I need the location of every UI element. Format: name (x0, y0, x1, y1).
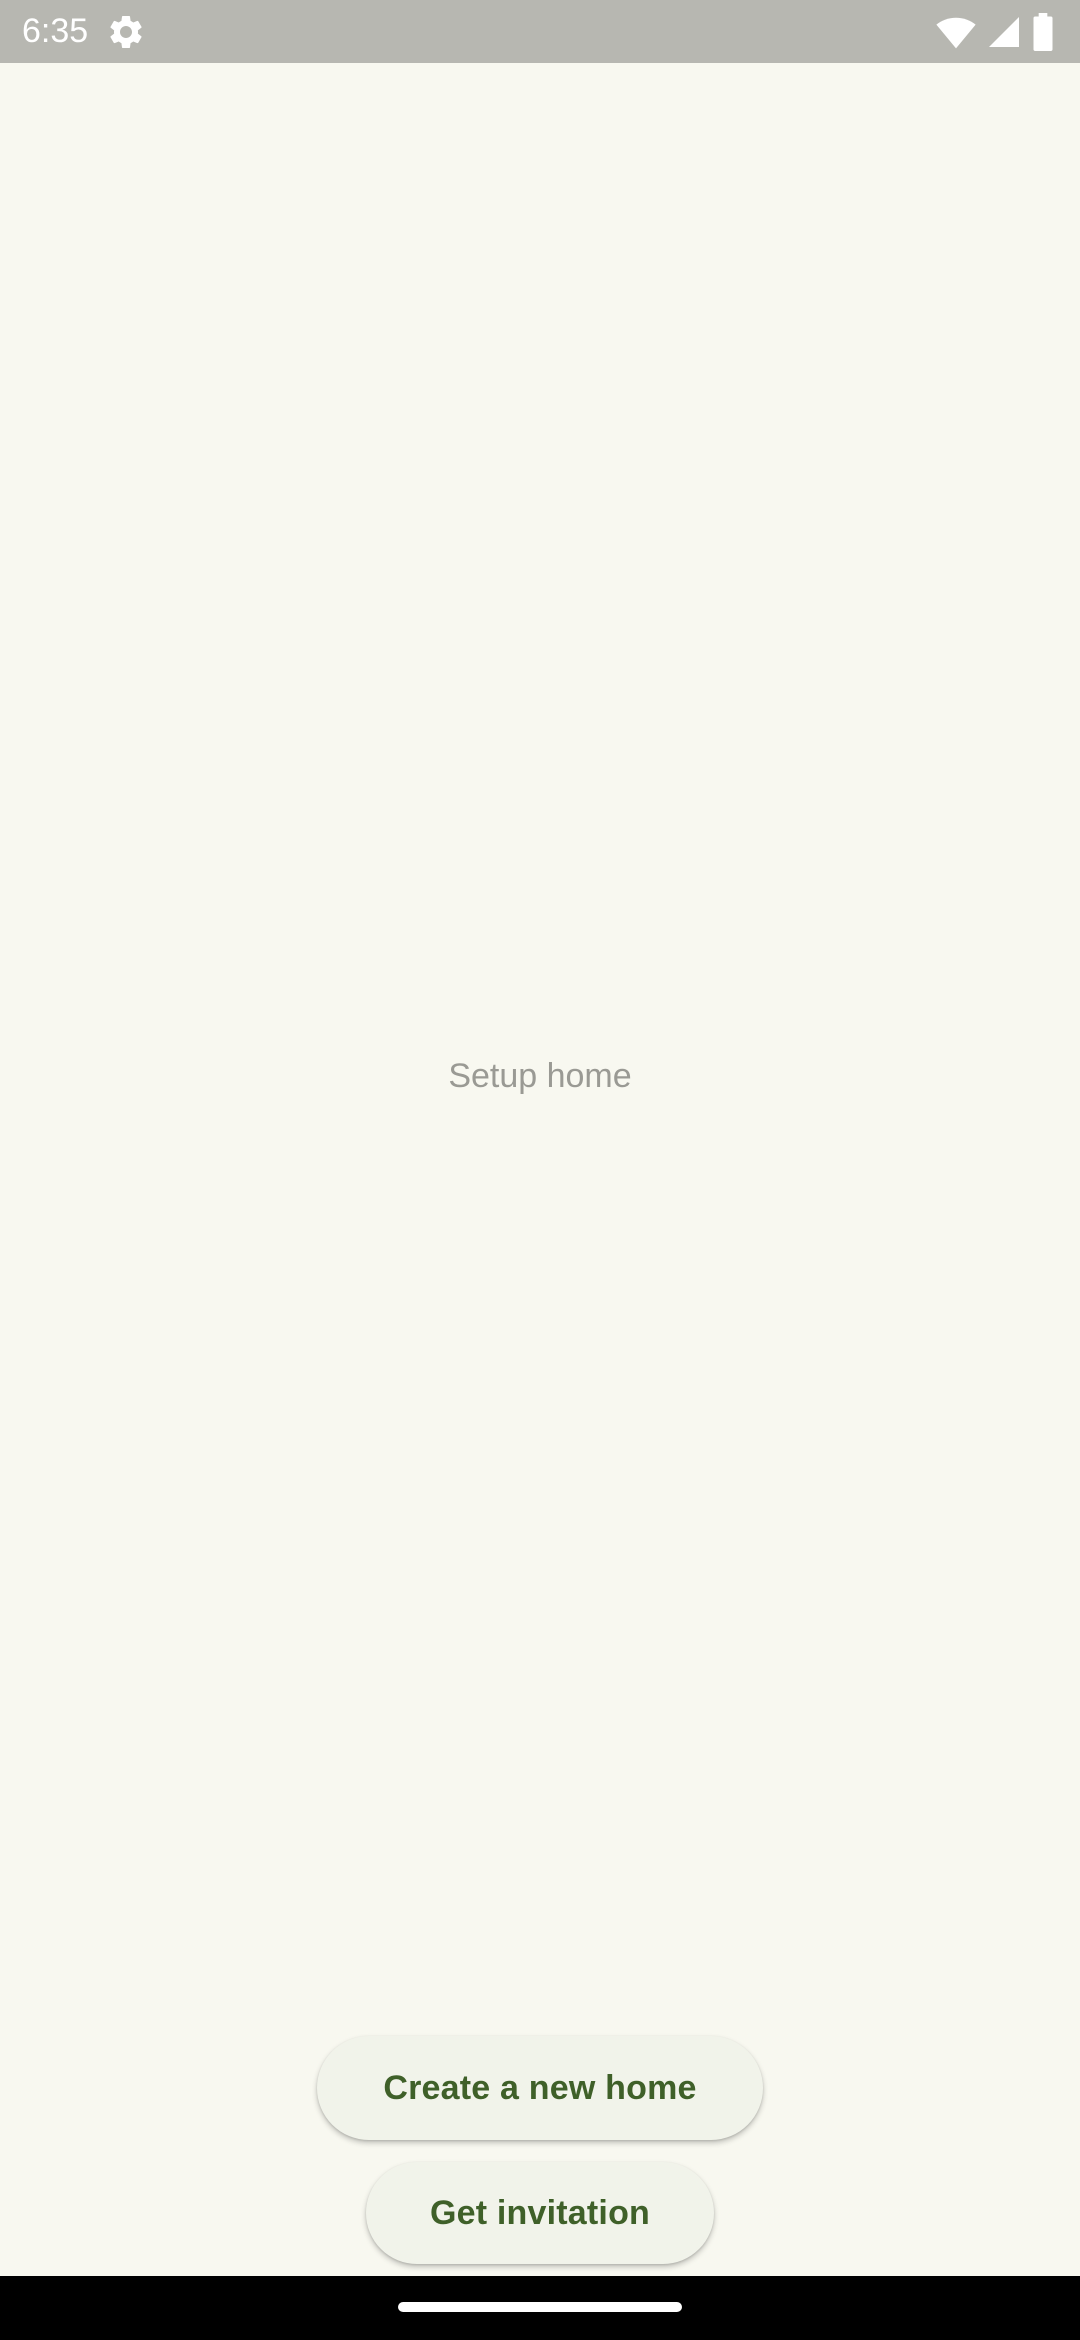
cellular-signal-icon (986, 14, 1022, 50)
status-bar: 6:35 (0, 0, 1080, 63)
battery-icon (1032, 13, 1054, 51)
wifi-icon (936, 14, 976, 50)
settings-gear-icon (106, 12, 146, 52)
setup-home-label: Setup home (448, 1057, 632, 1095)
app-screen: 6:35 Setup home Create a new home Get in… (0, 0, 1080, 2340)
get-invitation-button[interactable]: Get invitation (366, 2162, 714, 2264)
create-new-home-button[interactable]: Create a new home (317, 2036, 763, 2140)
status-icons (936, 12, 1054, 52)
home-gesture-handle[interactable] (398, 2302, 682, 2312)
status-time: 6:35 (22, 12, 89, 50)
